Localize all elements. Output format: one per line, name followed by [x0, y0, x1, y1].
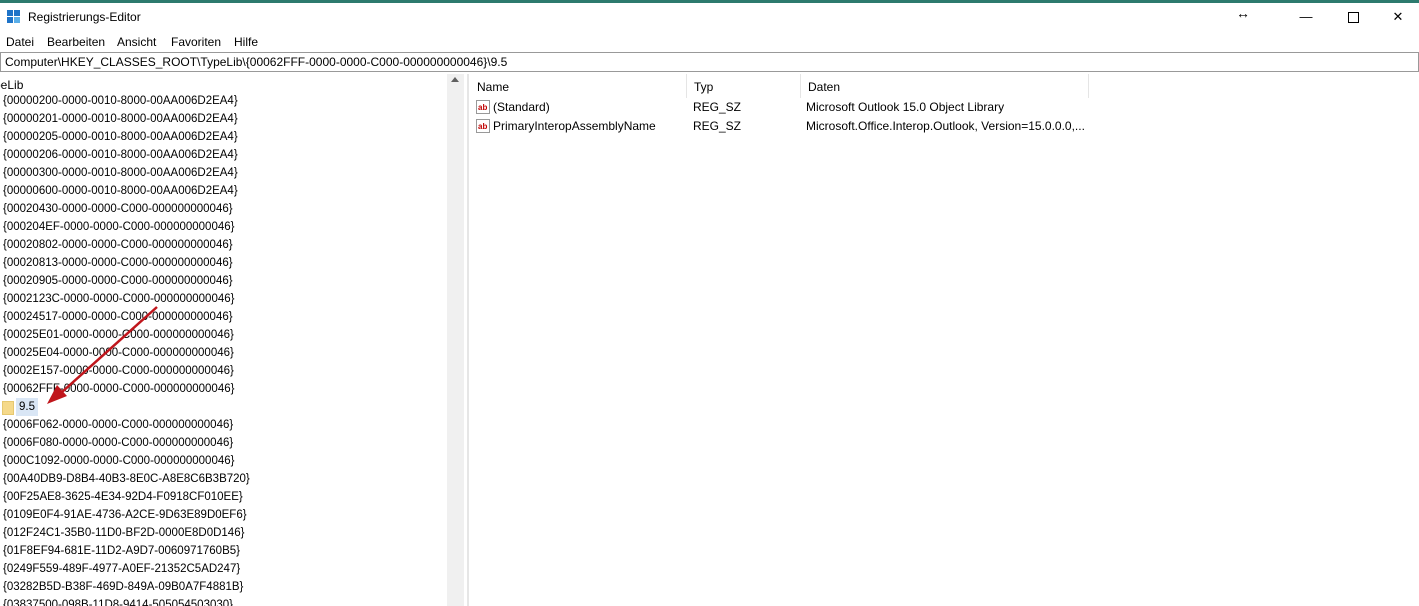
annotation-arrow-shaft	[61, 306, 158, 393]
annotation-arrow-head	[47, 385, 67, 404]
annotation-arrow	[47, 306, 158, 404]
